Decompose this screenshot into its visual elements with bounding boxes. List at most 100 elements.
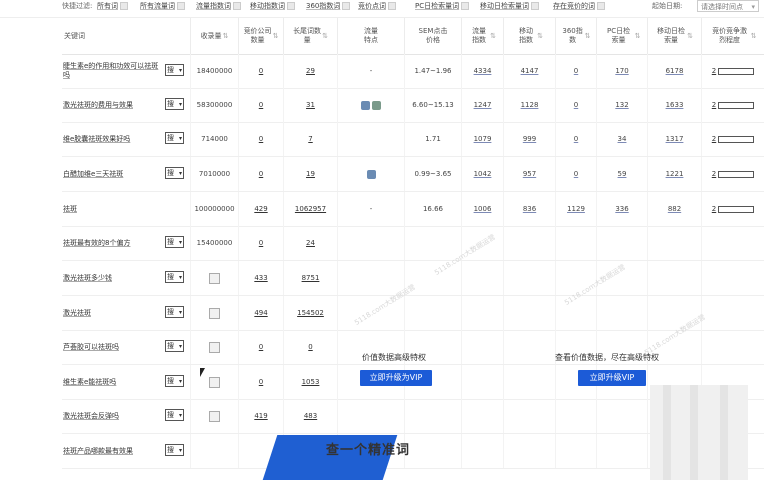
cell-bid-companies[interactable]: 0 — [238, 157, 283, 191]
cell-bid-companies[interactable]: 0 — [238, 122, 283, 156]
cell-index-360[interactable] — [555, 399, 596, 433]
cell-pc-daily[interactable]: 34 — [596, 122, 647, 156]
cell-bid-companies[interactable]: 494 — [238, 296, 283, 330]
cell-keyword[interactable]: 睫生素e的作用和功效可以祛斑吗 — [62, 54, 162, 88]
col-pc-daily[interactable]: PC日检索量 ⇅ — [596, 18, 647, 54]
search-engine-select[interactable]: 搜 ▾ — [165, 132, 184, 144]
cell-mobile-index[interactable]: 1128 — [503, 88, 555, 122]
cell-index-360[interactable]: 0 — [555, 157, 596, 191]
date-select[interactable]: 请选择时间点 ▾ — [697, 0, 759, 12]
cell-pc-daily[interactable]: 170 — [596, 54, 647, 88]
filter-360-index[interactable]: 360指数词 — [306, 1, 351, 11]
cell-keyword[interactable]: 祛斑产品哪款最有效果 — [62, 434, 162, 468]
col-mobile-index[interactable]: 移动指数 ⇅ — [503, 18, 555, 54]
cell-pc-daily[interactable] — [596, 296, 647, 330]
cell-flow-index[interactable] — [461, 330, 503, 364]
cell-index-360[interactable] — [555, 434, 596, 468]
cell-pc-daily[interactable]: 59 — [596, 157, 647, 191]
cell-keyword[interactable]: 维生素e能祛斑吗 — [62, 365, 162, 399]
search-engine-select[interactable]: 搜 ▾ — [165, 236, 184, 248]
search-engine-select[interactable]: 搜 ▾ — [165, 64, 184, 76]
search-engine-select[interactable]: 搜 ▾ — [165, 340, 184, 352]
cell-longtail[interactable]: 483 — [283, 399, 337, 433]
cell-longtail[interactable]: 7 — [283, 122, 337, 156]
cell-keyword[interactable]: 激光祛斑 — [62, 296, 162, 330]
cell-keyword[interactable]: 白醋加维e三天祛斑 — [62, 157, 162, 191]
col-indexed[interactable]: 收录量 ⇅ — [190, 18, 238, 54]
cell-index-360[interactable] — [555, 226, 596, 260]
cell-mobile-daily[interactable]: 1221 — [647, 157, 701, 191]
filter-mobile-index[interactable]: 移动指数词 — [250, 1, 295, 11]
cell-mobile-index[interactable] — [503, 399, 555, 433]
cell-bid-companies[interactable]: 429 — [238, 192, 283, 226]
cell-keyword[interactable]: 维e胶囊祛斑效果好吗 — [62, 122, 162, 156]
filter-traffic-words[interactable]: 所有流量词 — [140, 1, 185, 11]
col-longtail[interactable]: 长尾词数量 ⇅ — [283, 18, 337, 54]
filter-mobile-daily[interactable]: 移动日检索量词 — [480, 1, 539, 11]
cell-pc-daily[interactable] — [596, 399, 647, 433]
cell-flow-index[interactable]: 1042 — [461, 157, 503, 191]
col-competition[interactable]: 竞价竞争激烈程度 ⇅ — [701, 18, 764, 54]
cell-bid-companies[interactable]: 0 — [238, 226, 283, 260]
cell-longtail[interactable]: 154502 — [283, 296, 337, 330]
cell-flow-index[interactable]: 1247 — [461, 88, 503, 122]
cell-mobile-index[interactable] — [503, 296, 555, 330]
cell-bid-companies[interactable]: 433 — [238, 261, 283, 295]
cell-flow-index[interactable] — [461, 261, 503, 295]
cell-mobile-index[interactable] — [503, 261, 555, 295]
cell-keyword[interactable]: 激光祛斑多少钱 — [62, 261, 162, 295]
cell-mobile-index[interactable] — [503, 434, 555, 468]
col-flow-index[interactable]: 流量指数 ⇅ — [461, 18, 503, 54]
cell-longtail[interactable]: 31 — [283, 88, 337, 122]
cell-mobile-daily[interactable]: 6178 — [647, 54, 701, 88]
cell-index-360[interactable]: 0 — [555, 54, 596, 88]
cell-longtail[interactable]: 0 — [283, 330, 337, 364]
search-engine-select[interactable]: 搜 ▾ — [165, 409, 184, 421]
cell-bid-companies[interactable]: 0 — [238, 54, 283, 88]
cell-mobile-index[interactable] — [503, 330, 555, 364]
cell-flow-index[interactable] — [461, 434, 503, 468]
cell-mobile-index[interactable]: 957 — [503, 157, 555, 191]
filter-flow-index[interactable]: 流量指数词 — [196, 1, 241, 11]
search-engine-select[interactable]: 搜 ▾ — [165, 306, 184, 318]
cell-mobile-daily[interactable] — [647, 226, 701, 260]
cell-index-360[interactable]: 0 — [555, 88, 596, 122]
search-engine-select[interactable]: 搜 ▾ — [165, 167, 184, 179]
filter-bid-words[interactable]: 竞价点词 — [358, 1, 396, 11]
cell-flow-index[interactable] — [461, 296, 503, 330]
cell-bid-companies[interactable]: 419 — [238, 399, 283, 433]
cell-longtail[interactable]: 1062957 — [283, 192, 337, 226]
cell-longtail[interactable]: 19 — [283, 157, 337, 191]
cell-longtail[interactable]: 1053 — [283, 365, 337, 399]
cell-bid-companies[interactable]: 0 — [238, 88, 283, 122]
search-engine-select[interactable]: 搜 ▾ — [165, 444, 184, 456]
cell-mobile-daily[interactable]: 882 — [647, 192, 701, 226]
cell-keyword[interactable]: 芦荟胶可以祛斑吗 — [62, 330, 162, 364]
col-bid-companies[interactable]: 竞价公司数量 ⇅ — [238, 18, 283, 54]
cell-bid-companies[interactable]: 0 — [238, 365, 283, 399]
cell-longtail[interactable]: 24 — [283, 226, 337, 260]
cell-longtail[interactable]: 8751 — [283, 261, 337, 295]
cell-flow-index[interactable]: 1006 — [461, 192, 503, 226]
search-engine-select[interactable]: 搜 ▾ — [165, 271, 184, 283]
cell-pc-daily[interactable]: 132 — [596, 88, 647, 122]
cell-keyword[interactable]: 激光祛斑会反弹吗 — [62, 399, 162, 433]
cell-mobile-daily[interactable]: 1317 — [647, 122, 701, 156]
cell-flow-index[interactable] — [461, 399, 503, 433]
filter-all[interactable]: 所有词 — [97, 1, 128, 11]
cell-bid-companies[interactable]: 0 — [238, 330, 283, 364]
upgrade-vip-button-left[interactable]: 立即升级为VIP — [360, 370, 432, 386]
filter-pc-daily[interactable]: PC日检索量词 — [415, 1, 470, 11]
cell-pc-daily[interactable] — [596, 434, 647, 468]
search-engine-select[interactable]: 搜 ▾ — [165, 98, 184, 110]
cell-mobile-daily[interactable]: 1633 — [647, 88, 701, 122]
cell-keyword[interactable]: 祛斑 — [62, 192, 162, 226]
cell-mobile-daily[interactable] — [647, 261, 701, 295]
cell-mobile-index[interactable] — [503, 226, 555, 260]
cell-longtail[interactable]: 29 — [283, 54, 337, 88]
cell-index-360[interactable]: 1129 — [555, 192, 596, 226]
col-mobile-daily[interactable]: 移动日检索量 ⇅ — [647, 18, 701, 54]
cell-keyword[interactable]: 祛斑最有效的8个偏方 — [62, 226, 162, 260]
cell-index-360[interactable]: 0 — [555, 122, 596, 156]
cell-flow-index[interactable] — [461, 365, 503, 399]
